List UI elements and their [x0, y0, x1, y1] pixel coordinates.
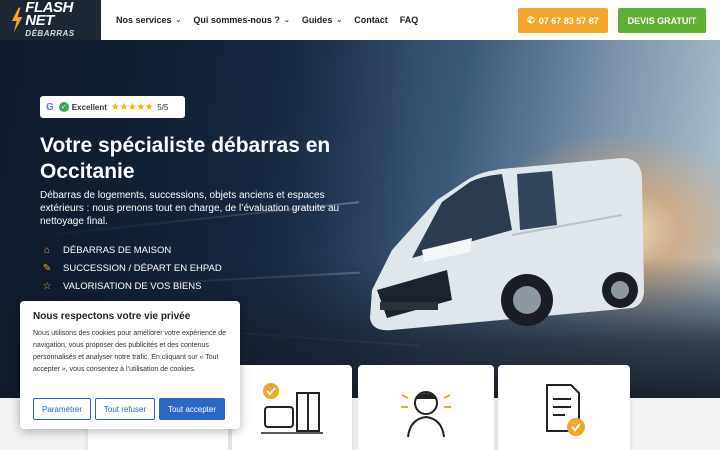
star-icon: ☆ [42, 280, 52, 292]
service-card[interactable] [232, 365, 352, 450]
worker-icon [401, 391, 451, 438]
lightning-bolt-icon [11, 7, 23, 33]
service-card[interactable] [498, 365, 630, 450]
feature-label: SUCCESSION / DÉPART EN EHPAD [63, 262, 222, 274]
free-quote-label: DEVIS GRATUIT [627, 15, 697, 26]
home-icon: ⌂ [43, 244, 51, 256]
feature-item: ⌂ DÉBARRAS DE MAISON [40, 241, 222, 259]
feature-label: DÉBARRAS DE MAISON [63, 244, 172, 256]
main-nav: Nos services ⌄ Qui sommes-nous ? ⌄ Guide… [116, 15, 430, 25]
phone-number: 07 67 83 57 87 [538, 15, 599, 26]
chevron-down-icon: ⌄ [336, 17, 343, 24]
quill-icon: ✎ [42, 262, 52, 274]
nav-item-guides[interactable]: Guides ⌄ [302, 15, 342, 25]
rating-label: Excellent [71, 102, 107, 112]
feature-label: VALORISATION DE VOS BIENS [63, 280, 202, 292]
cookie-buttons: Paramétrer Tout refuser Tout accepter [33, 398, 229, 420]
site-header: FLASH NET DÉBARRAS Nos services ⌄ Qui so… [0, 0, 720, 40]
hero-title: Votre spécialiste débarras en Occitanie [40, 134, 331, 183]
hero-subtitle: Débarras de logements, successions, obje… [40, 190, 340, 227]
document-check-icon [546, 384, 585, 436]
rating-score: 5/5 [157, 102, 169, 112]
feature-item: ✎ SUCCESSION / DÉPART EN EHPAD [40, 259, 222, 277]
logo-text: FLASH NET [25, 0, 73, 29]
service-card[interactable] [358, 365, 494, 450]
delivery-van-image [370, 158, 644, 331]
nav-item-about[interactable]: Qui sommes-nous ? ⌄ [193, 15, 289, 25]
chevron-down-icon: ⌄ [283, 17, 290, 24]
nav-item-contact[interactable]: Contact [354, 15, 388, 25]
nav-item-faq[interactable]: FAQ [400, 15, 419, 25]
free-quote-button[interactable]: DEVIS GRATUIT [618, 8, 706, 33]
logo-subtext: DÉBARRAS [25, 28, 75, 38]
cookie-text: Nous utilisons des cookies pour améliore… [33, 330, 226, 373]
phone-button[interactable]: ✆ 07 67 83 57 87 [518, 8, 608, 33]
feature-item: ☆ VALORISATION DE VOS BIENS [40, 277, 222, 295]
google-icon: G [46, 101, 54, 113]
nav-label: Guides [301, 15, 333, 25]
nav-label: Qui sommes-nous ? [193, 15, 280, 25]
check-icon: ✓ [58, 102, 69, 112]
nav-label: Contact [354, 15, 388, 25]
logo[interactable]: FLASH NET DÉBARRAS [0, 0, 101, 40]
nav-label: Nos services [116, 15, 172, 25]
nav-item-services[interactable]: Nos services ⌄ [116, 15, 181, 25]
cookie-refuse-button[interactable]: Tout refuser [95, 398, 155, 420]
phone-icon: ✆ [527, 15, 535, 25]
chevron-down-icon: ⌄ [175, 17, 182, 24]
furniture-icon [261, 383, 323, 434]
cookie-settings-button[interactable]: Paramétrer [33, 398, 91, 420]
cookie-consent-banner: Nous respectons votre vie privée Nous ut… [20, 301, 240, 429]
feature-list: ⌂ DÉBARRAS DE MAISON ✎ SUCCESSION / DÉPA… [40, 241, 222, 295]
cookie-title: Nous respectons votre vie privée [33, 311, 191, 322]
stars-icon: ★★★★★ [110, 101, 154, 113]
google-rating-badge[interactable]: G ✓ Excellent ★★★★★ 5/5 [40, 96, 185, 118]
nav-label: FAQ [399, 15, 419, 25]
cookie-accept-button[interactable]: Tout accepter [159, 398, 225, 420]
